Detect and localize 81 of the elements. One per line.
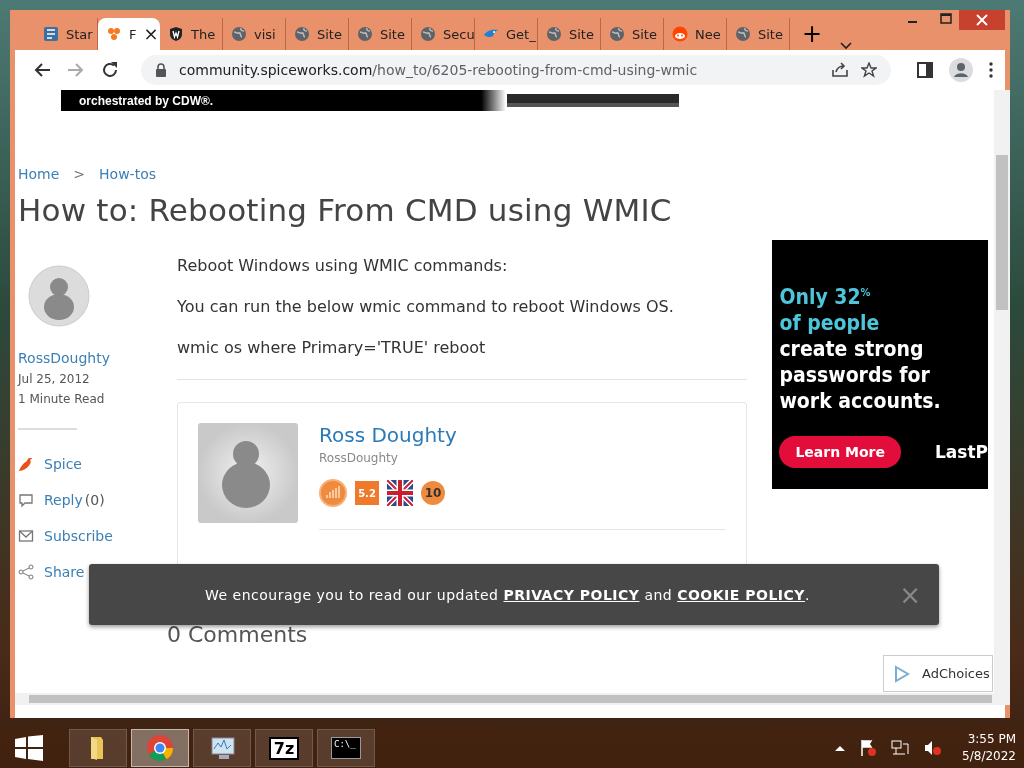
globe-icon — [357, 26, 373, 42]
globe-icon — [294, 26, 310, 42]
document-icon — [43, 26, 59, 42]
taskbar-app-button[interactable] — [69, 729, 127, 767]
horizontal-scrollbar[interactable] — [15, 693, 1010, 705]
privacy-policy-link[interactable]: PRIVACY POLICY — [503, 586, 640, 603]
clock-time[interactable]: 3:55 PM — [967, 731, 1016, 748]
banner-ad[interactable]: orchestrated by CDW®. — [61, 90, 679, 111]
vertical-scrollbar[interactable] — [994, 90, 1010, 693]
globe-icon — [609, 26, 625, 42]
close-icon[interactable] — [959, 10, 1005, 30]
avatar-icon — [198, 423, 298, 523]
paragraph: wmic os where Primary='TRUE' reboot — [177, 338, 487, 358]
profile-icon[interactable] — [949, 58, 973, 82]
ad-headline: create strong — [779, 336, 925, 362]
globe-icon — [546, 26, 562, 42]
network-icon[interactable] — [891, 739, 910, 757]
spice-link[interactable]: Spice — [44, 456, 82, 472]
up-caret-icon[interactable] — [835, 745, 846, 751]
cookie-policy-link[interactable]: COOKIE POLICY — [677, 586, 805, 603]
ad-headline: Only 32$^{%}$ — [779, 284, 872, 310]
lock-icon — [155, 63, 167, 77]
years-badge: 10 — [421, 481, 445, 505]
breadcrumb-link[interactable]: Home — [18, 166, 60, 182]
rank-badge-icon — [319, 479, 347, 507]
author-handle: RossDoughty — [319, 451, 398, 465]
alien-icon — [672, 26, 688, 42]
taskbar-app-button[interactable]: 7z — [255, 729, 313, 767]
close-tab-button[interactable]: × — [143, 25, 159, 43]
share-link[interactable]: Share — [44, 564, 85, 580]
author-link[interactable]: RossDoughty — [18, 350, 110, 366]
browser-tab[interactable]: F × — [98, 18, 160, 50]
menu-icon[interactable] — [989, 62, 993, 78]
cookie-notice-text: We encourage you to read our updated PRIVACY POLICY and COOKIE POLICY. — [205, 586, 811, 603]
globe-icon — [735, 26, 751, 42]
paragraph: Reboot Windows using WMIC commands: — [177, 256, 509, 276]
chrome-icon — [145, 733, 175, 763]
comments-heading: 0 Comments — [167, 622, 309, 647]
taskbar-app-button[interactable]: C:\_ — [317, 729, 375, 767]
reply-count: (0) — [84, 492, 105, 508]
taskbar-app-button[interactable] — [193, 729, 251, 767]
side-panel-icon[interactable] — [917, 62, 933, 78]
ad-headline: work accounts. — [779, 388, 942, 414]
learn-more-button[interactable]: Learn More — [779, 436, 901, 468]
address-bar[interactable]: community.spiceworks.com/how_to/6205-rebooting-from-cmd-using-wmic — [141, 55, 891, 85]
ad-headline: of people — [779, 310, 881, 336]
new-tab-button[interactable]: + — [802, 18, 823, 50]
flag-alert-icon[interactable] — [859, 739, 878, 757]
breadcrumb-separator: > — [73, 166, 86, 182]
chevron-down-icon[interactable] — [840, 42, 853, 50]
level-badge: 5.2 — [355, 481, 379, 505]
avatar-icon — [28, 265, 90, 327]
muted-speaker-icon[interactable] — [923, 739, 942, 757]
ad-headline: passwords for — [779, 362, 931, 388]
start-icon[interactable] — [15, 735, 43, 761]
subscribe-link[interactable]: Subscribe — [44, 528, 113, 544]
breadcrumb-link[interactable]: How-tos — [99, 166, 157, 182]
share-icon[interactable] — [831, 62, 849, 78]
reload-icon[interactable] — [101, 61, 119, 79]
globe-icon — [231, 26, 247, 42]
adchoices-button[interactable]: AdChoices — [883, 655, 993, 692]
author-name-link[interactable]: Ross Doughty — [319, 423, 457, 447]
reply-link[interactable]: Reply — [44, 492, 83, 508]
url-text: community.spiceworks.com/how_to/6205-rebooting-from-cmd-using-wmic — [179, 62, 698, 78]
paragraph: You can run the below wmic command to reboot Windows OS. — [177, 297, 675, 317]
post-date: Jul 25, 2012 — [18, 372, 90, 386]
ad-text: orchestrated by CDW®. — [79, 93, 214, 108]
side-ad[interactable]: Only 32$^{%}$ of people create strong passwords for work accounts. Learn More LastP — [772, 240, 988, 489]
back-icon[interactable] — [33, 62, 51, 78]
article-title: How to: Rebooting From CMD using WMIC — [18, 192, 673, 228]
envelope-icon — [18, 528, 34, 544]
read-time: 1 Minute Read — [18, 392, 105, 406]
globe-icon — [420, 26, 436, 42]
flag-icon — [387, 480, 413, 506]
clock-date[interactable]: 5/8/2022 — [962, 748, 1016, 765]
speech-bubble-icon — [18, 492, 34, 508]
ad-brand: LastP — [935, 442, 988, 462]
shield-icon — [168, 26, 184, 42]
star-icon[interactable] — [861, 62, 877, 78]
play-triangle-icon — [894, 664, 910, 683]
share-icon — [18, 564, 34, 580]
